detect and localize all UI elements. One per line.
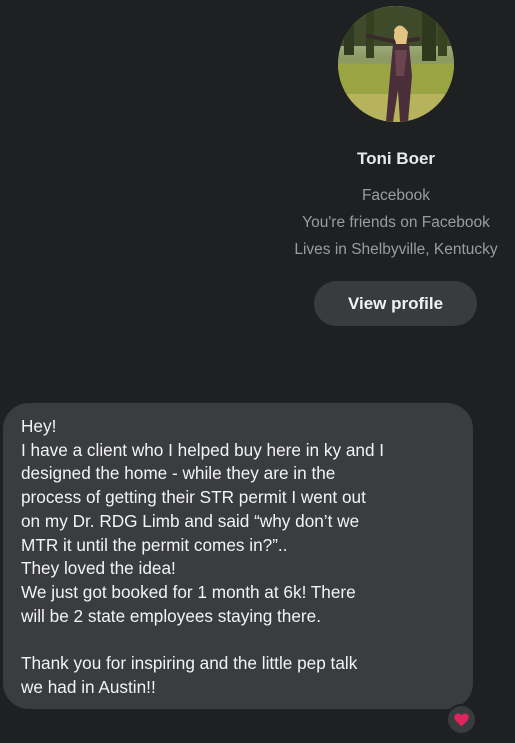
profile-photo-icon	[338, 6, 454, 122]
view-profile-button[interactable]: View profile	[314, 281, 477, 326]
friendship-status: You're friends on Facebook	[302, 214, 490, 231]
messenger-conversation: Toni Boer Facebook You're friends on Fac…	[0, 0, 515, 743]
message-line: on my Dr. RDG Limb and said “why don’t w…	[21, 510, 360, 531]
message-line: MTR it until the permit comes in?”..	[21, 534, 288, 555]
contact-location: Lives in Shelbyville, Kentucky	[294, 241, 498, 258]
contact-profile-header: Toni Boer Facebook You're friends on Fac…	[0, 0, 515, 340]
heart-icon	[454, 712, 469, 726]
message-line: process of getting their STR permit I we…	[21, 487, 366, 508]
message-line: I have a client who I helped buy here in…	[21, 439, 385, 460]
contact-name: Toni Boer	[356, 149, 436, 168]
message-line	[21, 628, 455, 652]
message-line: We just got booked for 1 month at 6k! Th…	[21, 581, 356, 602]
message-reaction[interactable]	[446, 704, 477, 735]
message-line: designed the home - while they are in th…	[21, 463, 336, 484]
message-line: will be 2 state employees staying there.	[21, 605, 321, 626]
message-line: They loved the idea!	[21, 558, 176, 579]
message-line: Thank you for inspiring and the little p…	[21, 653, 358, 674]
contact-source: Facebook	[361, 187, 431, 204]
message-line: we had in Austin!!	[21, 676, 156, 697]
message-line: Hey!	[21, 416, 57, 436]
contact-avatar[interactable]	[338, 6, 454, 122]
message-bubble[interactable]: Hey! I have a client who I helped buy he…	[3, 403, 473, 709]
